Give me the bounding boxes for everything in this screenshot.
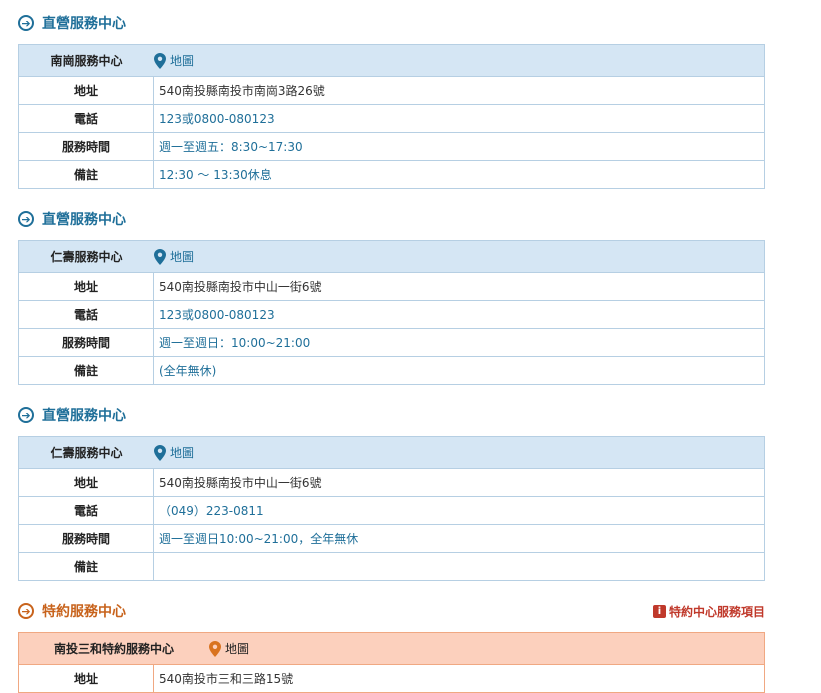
- section-header: ➔ 直營服務中心: [18, 403, 765, 427]
- phone-value: 123或0800-080123: [159, 308, 275, 322]
- row-label: 服務時間: [19, 329, 154, 356]
- table-row: 備註 (全年無休): [19, 356, 764, 384]
- map-link[interactable]: 地圖: [209, 640, 249, 657]
- hours-value: 週一至週日：10:00~21:00: [159, 336, 311, 350]
- map-link-label: 地圖: [170, 54, 195, 68]
- row-label: 備註: [19, 161, 154, 188]
- section-title: 直營服務中心: [42, 212, 126, 228]
- row-label: 地址: [19, 665, 154, 692]
- arrow-right-circle-icon: ➔: [18, 15, 34, 31]
- map-link-label: 地圖: [225, 642, 250, 656]
- card-header: 南投三和特約服務中心 地圖: [19, 632, 764, 664]
- row-label: 備註: [19, 553, 154, 580]
- service-center-card: 仁壽服務中心 地圖 地址 540南投縣南投市中山一街6號 電話 （049）223…: [18, 436, 765, 581]
- table-row: 電話 123或0800-080123: [19, 300, 764, 328]
- table-row: 地址 540南投市三和三路15號: [19, 664, 764, 692]
- direct-service-center-section-3: ➔ 直營服務中心 仁壽服務中心 地圖 地址 540南投縣南投市中山一街6號 電話…: [18, 403, 765, 581]
- row-label: 地址: [19, 469, 154, 496]
- hours-value: 週一至週五：8:30~17:30: [159, 140, 303, 154]
- map-link[interactable]: 地圖: [154, 248, 194, 265]
- table-row: 備註: [19, 552, 764, 580]
- address-value: 540南投縣南投市南崗3路26號: [159, 84, 325, 98]
- hours-value: 週一至週日10:00~21:00，全年無休: [159, 532, 359, 546]
- row-label: 備註: [19, 357, 154, 384]
- section-header: ➔ 直營服務中心: [18, 11, 765, 35]
- row-label: 電話: [19, 105, 154, 132]
- center-name: 南投三和特約服務中心: [53, 642, 174, 656]
- section-title: 直營服務中心: [42, 408, 126, 424]
- row-label: 地址: [19, 77, 154, 104]
- note-value: (全年無休): [159, 364, 217, 378]
- section-title: 特約服務中心: [42, 604, 126, 620]
- card-header: 仁壽服務中心 地圖: [19, 436, 764, 468]
- service-center-card: 南崗服務中心 地圖 地址 540南投縣南投市南崗3路26號 電話 123或080…: [18, 44, 765, 189]
- map-link[interactable]: 地圖: [154, 52, 194, 69]
- direct-service-center-section-2: ➔ 直營服務中心 仁壽服務中心 地圖 地址 540南投縣南投市中山一街6號 電話…: [18, 207, 765, 385]
- service-center-card: 南投三和特約服務中心 地圖 地址 540南投市三和三路15號: [18, 632, 765, 693]
- note-value: [154, 553, 159, 580]
- map-pin-icon: [154, 444, 166, 461]
- card-header: 南崗服務中心 地圖: [19, 44, 764, 76]
- phone-value: （049）223-0811: [159, 504, 264, 518]
- map-pin-icon: [209, 640, 221, 657]
- row-label: 電話: [19, 301, 154, 328]
- special-service-center-section: ➔ 特約服務中心 i 特約中心服務項目 南投三和特約服務中心 地圖 地址 540…: [18, 599, 765, 693]
- table-row: 電話 （049）223-0811: [19, 496, 764, 524]
- map-pin-icon: [154, 248, 166, 265]
- table-row: 地址 540南投縣南投市中山一街6號: [19, 272, 764, 300]
- row-label: 電話: [19, 497, 154, 524]
- center-name: 仁壽服務中心: [50, 446, 123, 460]
- section-title: 直營服務中心: [42, 16, 126, 32]
- table-row: 電話 123或0800-080123: [19, 104, 764, 132]
- special-services-link-label: 特約中心服務項目: [668, 605, 765, 619]
- table-row: 地址 540南投縣南投市南崗3路26號: [19, 76, 764, 104]
- table-row: 服務時間 週一至週日：10:00~21:00: [19, 328, 764, 356]
- table-row: 服務時間 週一至週日10:00~21:00，全年無休: [19, 524, 764, 552]
- note-value: 12:30 ～ 13:30休息: [159, 168, 272, 182]
- section-header: ➔ 直營服務中心: [18, 207, 765, 231]
- arrow-right-circle-icon: ➔: [18, 407, 34, 423]
- map-link[interactable]: 地圖: [154, 444, 194, 461]
- section-header: ➔ 特約服務中心 i 特約中心服務項目: [18, 599, 765, 623]
- address-value: 540南投縣南投市中山一街6號: [159, 476, 322, 490]
- center-name: 南崗服務中心: [50, 54, 123, 68]
- map-link-label: 地圖: [170, 446, 195, 460]
- map-link-label: 地圖: [170, 250, 195, 264]
- row-label: 地址: [19, 273, 154, 300]
- row-label: 服務時間: [19, 133, 154, 160]
- center-name: 仁壽服務中心: [50, 250, 123, 264]
- address-value: 540南投市三和三路15號: [159, 672, 294, 686]
- arrow-right-circle-icon: ➔: [18, 603, 34, 619]
- table-row: 備註 12:30 ～ 13:30休息: [19, 160, 764, 188]
- map-pin-icon: [154, 52, 166, 69]
- direct-service-center-section-1: ➔ 直營服務中心 南崗服務中心 地圖 地址 540南投縣南投市南崗3路26號 電…: [18, 11, 765, 189]
- table-row: 服務時間 週一至週五：8:30~17:30: [19, 132, 764, 160]
- arrow-right-circle-icon: ➔: [18, 211, 34, 227]
- phone-value: 123或0800-080123: [159, 112, 275, 126]
- special-services-link[interactable]: i 特約中心服務項目: [652, 603, 765, 620]
- service-center-card: 仁壽服務中心 地圖 地址 540南投縣南投市中山一街6號 電話 123或0800…: [18, 240, 765, 385]
- card-header: 仁壽服務中心 地圖: [19, 240, 764, 272]
- row-label: 服務時間: [19, 525, 154, 552]
- address-value: 540南投縣南投市中山一街6號: [159, 280, 322, 294]
- info-icon: i: [652, 605, 666, 618]
- table-row: 地址 540南投縣南投市中山一街6號: [19, 468, 764, 496]
